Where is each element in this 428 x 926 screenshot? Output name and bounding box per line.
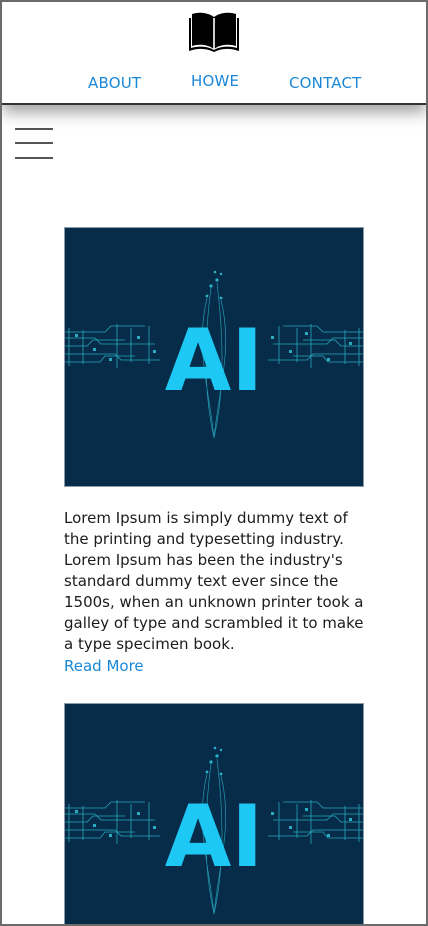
post-image: AI: [64, 703, 364, 924]
ai-text: AI: [165, 311, 264, 411]
nav-about-link[interactable]: ABOUT: [88, 74, 141, 92]
post-text: Lorem Ipsum is simply dummy text of the …: [64, 509, 364, 653]
nav-home-link[interactable]: HOWE: [191, 72, 239, 90]
ai-text: AI: [165, 787, 264, 887]
menu-bar: [15, 157, 53, 159]
blog-post: AI: [64, 703, 364, 924]
blog-post: AI Lorem Ipsum is simply dummy text of t…: [64, 227, 364, 677]
hamburger-menu-icon[interactable]: [15, 128, 53, 160]
post-image: AI: [64, 227, 364, 487]
read-more-link[interactable]: Read More: [64, 656, 364, 677]
nav-contact-link[interactable]: CONTACT: [289, 74, 362, 92]
menu-bar: [15, 128, 53, 130]
ai-circuit-illustration: AI: [65, 704, 363, 924]
page-frame: ABOUT HOWE CONTACT AI Lorem Ipsum is sim…: [0, 0, 428, 926]
open-book-icon[interactable]: [188, 10, 240, 54]
menu-bar: [15, 142, 53, 144]
site-header: ABOUT HOWE CONTACT: [2, 2, 426, 105]
ai-circuit-illustration: AI: [65, 228, 363, 486]
